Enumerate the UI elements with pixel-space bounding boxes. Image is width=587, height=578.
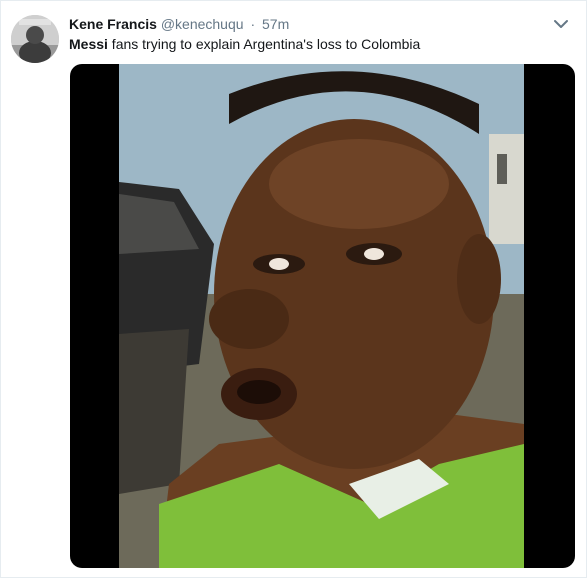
video-player[interactable] (70, 64, 575, 568)
author-handle[interactable]: @kenechuqu (161, 16, 244, 32)
author-name[interactable]: Kene Francis (69, 16, 157, 32)
video-still (119, 64, 524, 568)
tweet-text: Messi fans trying to explain Argentina's… (69, 35, 420, 53)
tweet-text-bold: Messi (69, 36, 108, 52)
tweet-timestamp[interactable]: 57m (262, 16, 289, 32)
avatar[interactable] (11, 15, 59, 63)
video-frame (119, 64, 524, 568)
chevron-down-icon[interactable] (552, 15, 570, 33)
meta-separator: · (250, 16, 256, 32)
avatar-image (11, 15, 59, 63)
tweet-card[interactable]: Kene Francis @kenechuqu · 57m Messi fans… (0, 0, 587, 578)
tweet-header: Kene Francis @kenechuqu · 57m (69, 15, 289, 33)
tweet-text-body: fans trying to explain Argentina's loss … (107, 36, 421, 52)
